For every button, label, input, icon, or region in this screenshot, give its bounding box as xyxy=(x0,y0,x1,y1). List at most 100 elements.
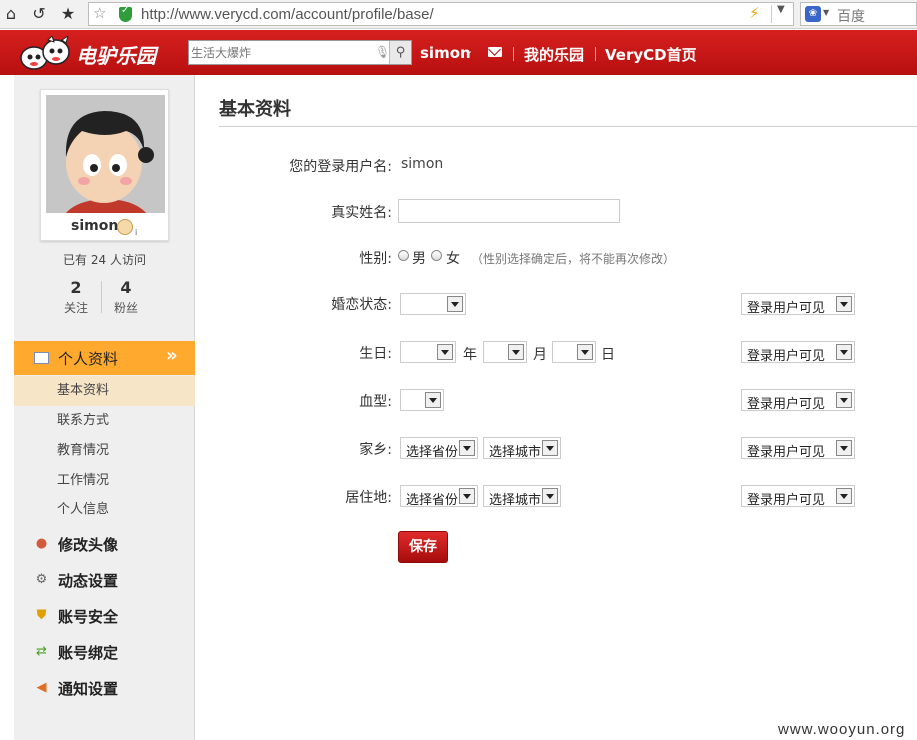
following-label[interactable]: 关注 xyxy=(56,299,96,316)
chevron-down-icon[interactable] xyxy=(508,344,524,360)
avatar[interactable] xyxy=(46,95,165,213)
site-header: 电驴乐园 🎙 ⚲ simon ⌄ 我的乐园 VeryCD首页 xyxy=(0,30,917,75)
city-value: 选择城市 xyxy=(489,493,542,508)
lightning-icon[interactable]: ⚡ xyxy=(749,4,760,22)
following-count[interactable]: 2 xyxy=(56,278,96,297)
secure-shield-icon xyxy=(119,5,132,22)
fans-label[interactable]: 粉丝 xyxy=(106,299,146,316)
bookmark-star-icon[interactable]: ★ xyxy=(57,3,79,25)
subnav-education[interactable]: 教育情况 xyxy=(14,436,195,466)
visit-count: 已有 24 人访问 xyxy=(63,253,146,267)
gender-female-radio[interactable] xyxy=(431,250,442,261)
visibility-value: 登录用户可见 xyxy=(747,493,826,508)
residence-province-select[interactable]: 选择省份 xyxy=(400,485,478,508)
chevron-down-icon[interactable]: ▼ xyxy=(777,4,785,15)
chevron-down-icon[interactable] xyxy=(459,440,475,456)
chevron-down-icon[interactable] xyxy=(836,296,852,312)
birth-month-select[interactable] xyxy=(483,341,527,363)
baidu-paw-icon[interactable]: ❀ xyxy=(805,6,821,22)
subnav-work[interactable]: 工作情况 xyxy=(14,466,195,496)
nav-change-avatar[interactable]: ● 修改头像 xyxy=(14,526,195,562)
my-paradise-link[interactable]: 我的乐园 xyxy=(524,44,584,65)
microphone-icon[interactable]: 🎙 xyxy=(375,45,390,59)
marital-select[interactable] xyxy=(400,293,466,315)
gender-label: 性别: xyxy=(359,251,392,267)
medal-level: i xyxy=(135,228,138,237)
gender-hint: （性别选择确定后，将不能再次修改） xyxy=(471,252,676,266)
gender-male-label[interactable]: 男 xyxy=(412,248,426,268)
mail-icon[interactable] xyxy=(488,47,502,57)
subnav-contact[interactable]: 联系方式 xyxy=(14,406,195,436)
hometown-label: 家乡: xyxy=(359,442,392,458)
birth-year-select[interactable] xyxy=(400,341,456,363)
address-bar[interactable]: ☆ http://www.verycd.com/account/profile/… xyxy=(88,2,794,26)
fans-count[interactable]: 4 xyxy=(106,278,146,297)
blood-visibility-select[interactable]: 登录用户可见 xyxy=(741,389,855,412)
chevron-down-icon[interactable] xyxy=(836,392,852,408)
birthday-visibility-select[interactable]: 登录用户可见 xyxy=(741,341,855,364)
site-search-input[interactable] xyxy=(191,44,361,62)
subnav-basic-info[interactable]: 基本资料 xyxy=(14,376,195,406)
profile-card: simon i xyxy=(40,89,169,241)
chevron-down-icon[interactable] xyxy=(542,488,558,504)
profile-name[interactable]: simon xyxy=(71,218,118,234)
page-title: 基本资料 xyxy=(219,99,291,120)
gender-female-label[interactable]: 女 xyxy=(446,248,460,268)
person-icon: ● xyxy=(35,536,48,551)
marital-visibility-select[interactable]: 登录用户可见 xyxy=(741,293,855,316)
chevron-down-icon[interactable] xyxy=(447,296,463,312)
address-divider xyxy=(771,5,772,23)
sync-icon: ⇄ xyxy=(36,644,47,659)
search-icon[interactable]: ⚲ xyxy=(389,41,411,64)
chevron-down-icon[interactable] xyxy=(836,488,852,504)
nav-account-security[interactable]: ⛊ 账号安全 xyxy=(14,598,195,634)
chevron-down-icon[interactable] xyxy=(459,488,475,504)
chevron-down-icon[interactable] xyxy=(542,440,558,456)
login-name-value: simon xyxy=(401,156,444,172)
real-name-input[interactable] xyxy=(398,199,620,223)
following-stat[interactable]: 2 关注 xyxy=(56,278,96,316)
chevron-down-icon[interactable] xyxy=(425,392,441,408)
fans-stat[interactable]: 4 粉丝 xyxy=(106,278,146,316)
nav-account-binding[interactable]: ⇄ 账号绑定 xyxy=(14,634,195,670)
gear-icon: ⚙ xyxy=(35,572,48,587)
save-button[interactable]: 保存 xyxy=(398,531,448,563)
hometown-city-select[interactable]: 选择城市 xyxy=(483,437,561,460)
refresh-icon[interactable]: ↺ xyxy=(28,3,50,25)
medal-icon[interactable] xyxy=(117,219,133,235)
nav-label: 账号安全 xyxy=(58,608,119,626)
chevron-down-icon[interactable] xyxy=(836,440,852,456)
residence-visibility-select[interactable]: 登录用户可见 xyxy=(741,485,855,508)
nav-activity-settings[interactable]: ⚙ 动态设置 xyxy=(14,562,195,598)
subnav-personal[interactable]: 个人信息 xyxy=(14,495,195,525)
nav-personal-info[interactable]: 个人资料 » xyxy=(14,341,195,375)
chevron-down-icon[interactable] xyxy=(836,344,852,360)
residence-city-select[interactable]: 选择城市 xyxy=(483,485,561,508)
hometown-province-select[interactable]: 选择省份 xyxy=(400,437,478,460)
nav-label: 动态设置 xyxy=(58,572,119,590)
birth-day-select[interactable] xyxy=(552,341,596,363)
blood-type-select[interactable] xyxy=(400,389,444,411)
verycd-home-link[interactable]: VeryCD首页 xyxy=(605,44,697,65)
hometown-visibility-select[interactable]: 登录用户可见 xyxy=(741,437,855,460)
chevron-down-icon[interactable]: ▼ xyxy=(823,8,829,17)
chevron-down-icon[interactable]: ⌄ xyxy=(464,44,473,57)
nav-label: 修改头像 xyxy=(58,536,119,554)
stat-divider xyxy=(101,281,102,313)
id-card-icon xyxy=(34,352,49,364)
login-name-label: 您的登录用户名: xyxy=(289,159,392,175)
chevron-down-icon[interactable] xyxy=(437,344,453,360)
donkey-mascot-icon[interactable] xyxy=(18,36,74,70)
site-logo[interactable]: 电驴乐园 xyxy=(76,40,156,69)
chevron-down-icon[interactable] xyxy=(577,344,593,360)
header-divider xyxy=(595,47,596,61)
visibility-value: 登录用户可见 xyxy=(747,301,826,316)
url-text[interactable]: http://www.verycd.com/account/profile/ba… xyxy=(141,6,434,23)
add-bookmark-icon[interactable]: ☆ xyxy=(93,4,106,22)
search-engine-label[interactable]: 百度 xyxy=(837,6,865,26)
marital-label: 婚恋状态: xyxy=(331,297,392,313)
home-icon[interactable]: ⌂ xyxy=(0,3,22,25)
nav-notification-settings[interactable]: ◀ 通知设置 xyxy=(14,670,195,706)
browser-search-box[interactable]: ❀ ▼ 百度 xyxy=(800,2,917,26)
gender-male-radio[interactable] xyxy=(398,250,409,261)
